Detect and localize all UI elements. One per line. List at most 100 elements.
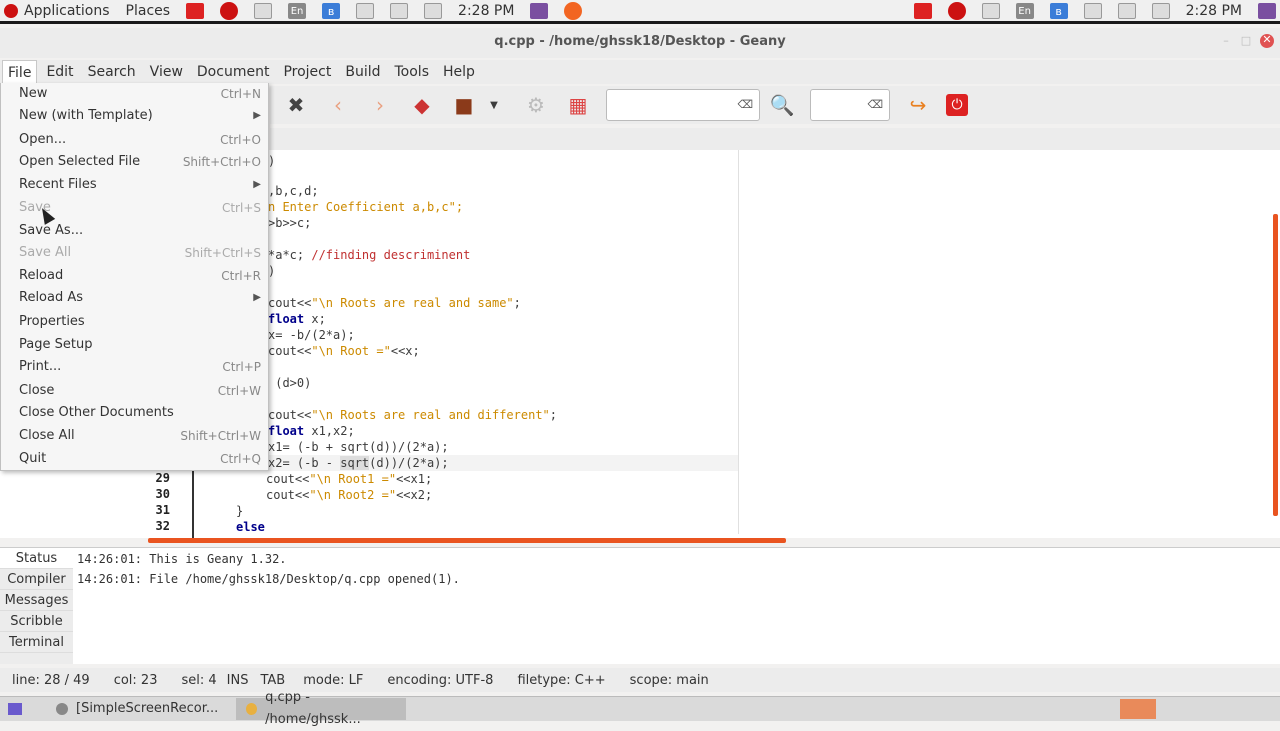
menu-build[interactable]: Build [340, 60, 385, 84]
status-message: 14:26:01: This is Geany 1.32. [77, 552, 287, 566]
volume-icon[interactable] [424, 3, 443, 19]
wifi-icon[interactable] [981, 3, 1000, 19]
clear-goto-icon[interactable]: ⌫ [867, 98, 883, 111]
menu-search[interactable]: Search [83, 60, 141, 84]
record-icon[interactable] [220, 2, 239, 20]
mail-icon[interactable] [356, 3, 375, 19]
long-line-marker [738, 150, 739, 534]
execute-gear-icon[interactable]: ⚙ [522, 91, 550, 119]
workspace-switcher-icon[interactable] [1120, 699, 1156, 719]
code-line: cout<<"\n Root2 ="<<x2; [266, 488, 433, 502]
menu-item-open-selected-file[interactable]: Open Selected File Shift+Ctrl+O [19, 151, 263, 173]
status-ins: INS [226, 672, 249, 688]
menu-item-reload-as[interactable]: Reload As ▶ [19, 287, 263, 309]
menu-item-save[interactable]: Save Ctrl+S [19, 197, 263, 219]
taskbar: [SimpleScreenRecor... q.cpp - /home/ghss… [0, 690, 1280, 727]
menu-item-save-all[interactable]: Save All Shift+Ctrl+S [19, 242, 263, 264]
task-geany[interactable]: q.cpp - /home/ghssk... [236, 690, 407, 727]
goto-line-icon[interactable]: ↪ [904, 91, 932, 119]
search-icon[interactable]: 🔍 [768, 91, 796, 119]
menu-file[interactable]: File [2, 59, 38, 85]
forward-icon[interactable]: › [366, 91, 394, 119]
show-desktop-icon[interactable] [8, 703, 22, 715]
network-icon[interactable] [1117, 3, 1136, 19]
record-stop-icon[interactable] [913, 3, 932, 19]
applications-menu[interactable]: Applications [24, 3, 110, 19]
display-icon[interactable] [530, 3, 549, 19]
tab-terminal[interactable]: Terminal [0, 632, 73, 653]
code-line: ,b,c,d; [268, 184, 319, 198]
menu-project[interactable]: Project [278, 60, 336, 84]
goto-line-input[interactable]: ⌫ [810, 89, 890, 121]
menu-item-recent-files[interactable]: Recent Files ▶ [19, 174, 263, 196]
menu-item-quit[interactable]: Quit Ctrl+Q [19, 448, 263, 470]
horizontal-scrollbar[interactable] [148, 538, 786, 543]
clear-search-icon[interactable]: ⌫ [737, 98, 753, 111]
task-screen-recorder[interactable]: [SimpleScreenRecor... [46, 698, 228, 720]
display-icon[interactable] [1258, 3, 1276, 19]
back-icon[interactable]: ‹ [324, 91, 352, 119]
menu-item-page-setup[interactable]: Page Setup [19, 334, 263, 356]
places-menu[interactable]: Places [126, 3, 171, 19]
maximize-icon[interactable]: □ [1240, 35, 1252, 47]
keyboard-layout-icon[interactable]: En [1015, 3, 1034, 19]
code-line: x1= (-b + sqrt(d))/(2*a); [268, 440, 449, 454]
menu-item-new-with-template[interactable]: New (with Template) ▶ [19, 105, 263, 127]
fold-marker[interactable] [192, 468, 194, 538]
menu-item-open[interactable]: Open... Ctrl+O [19, 129, 263, 151]
search-input[interactable]: ⌫ [606, 89, 760, 121]
wifi-icon[interactable] [254, 3, 273, 19]
close-window-icon[interactable]: ✕ [1260, 34, 1274, 48]
volume-icon[interactable] [1151, 3, 1170, 19]
menu-item-properties[interactable]: Properties [19, 311, 263, 333]
menu-tools[interactable]: Tools [390, 60, 435, 84]
line-number: 31 [155, 503, 170, 517]
tab-scribble[interactable]: Scribble [0, 611, 73, 632]
quit-icon[interactable]: ⏻ [946, 94, 968, 116]
build-dropdown-icon[interactable]: ▼ [480, 91, 508, 119]
menu-item-reload[interactable]: Reload Ctrl+R [19, 265, 263, 287]
status-filetype: filetype: C++ [517, 672, 606, 688]
menu-item-new[interactable]: New Ctrl+N [19, 83, 263, 105]
tab-status[interactable]: Status [0, 548, 73, 569]
clock[interactable]: 2:28 PM [1186, 3, 1242, 19]
build-icon[interactable]: ■ [450, 91, 478, 119]
firefox-icon[interactable] [564, 2, 583, 20]
record-stop-icon[interactable] [186, 3, 205, 19]
compile-icon[interactable]: ◆ [408, 91, 436, 119]
vertical-scrollbar[interactable] [1273, 214, 1278, 516]
code-line: *a*c; //finding descriminent [268, 248, 471, 262]
keyboard-layout-icon[interactable]: En [288, 3, 307, 19]
task-label: q.cpp - /home/ghssk... [265, 690, 361, 727]
message-window: Status Compiler Messages Scribble Termin… [0, 547, 1280, 664]
tab-compiler[interactable]: Compiler [0, 569, 73, 590]
network-icon[interactable] [390, 3, 409, 19]
submenu-arrow-icon: ▶ [253, 110, 261, 121]
menu-item-close-other-documents[interactable]: Close Other Documents [19, 402, 263, 424]
bluetooth-icon[interactable]: ʙ [1049, 3, 1068, 19]
code-line: x= -b/(2*a); [268, 328, 355, 342]
menu-edit[interactable]: Edit [41, 60, 78, 84]
tab-messages[interactable]: Messages [0, 590, 73, 611]
code-line: float x; [268, 312, 326, 326]
minimize-icon[interactable]: – [1220, 35, 1232, 47]
bluetooth-icon[interactable]: ʙ [322, 3, 341, 19]
line-number: 32 [155, 519, 170, 533]
menu-help[interactable]: Help [438, 60, 480, 84]
geany-app-icon [246, 703, 258, 715]
menu-item-close-all[interactable]: Close All Shift+Ctrl+W [19, 425, 263, 447]
menu-item-print[interactable]: Print... Ctrl+P [19, 356, 263, 378]
menu-item-close[interactable]: Close Ctrl+W [19, 380, 263, 402]
menu-item-save-as[interactable]: Save As... [19, 220, 263, 242]
menu-document[interactable]: Document [192, 60, 275, 84]
close-file-icon[interactable]: ✖ [282, 91, 310, 119]
menu-view[interactable]: View [145, 60, 188, 84]
record-icon[interactable] [947, 2, 966, 20]
status-encoding: encoding: UTF-8 [387, 672, 494, 688]
clock[interactable]: 2:28 PM [458, 3, 514, 19]
line-number: 30 [155, 487, 170, 501]
mail-icon[interactable] [1083, 3, 1102, 19]
code-line: (d>0) [268, 376, 312, 390]
color-chooser-icon[interactable]: ▦ [564, 91, 592, 119]
recorder-app-icon [56, 703, 68, 715]
